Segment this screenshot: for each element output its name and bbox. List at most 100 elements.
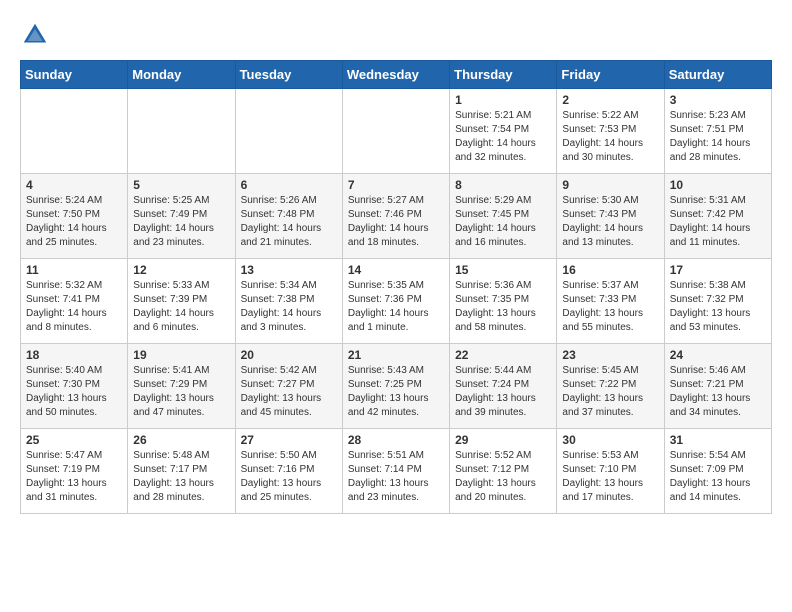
- calendar-cell: 13 Sunrise: 5:34 AM Sunset: 7:38 PM Dayli…: [235, 259, 342, 344]
- calendar-cell: 24 Sunrise: 5:46 AM Sunset: 7:21 PM Dayli…: [664, 344, 771, 429]
- calendar-cell: 2 Sunrise: 5:22 AM Sunset: 7:53 PM Daylig…: [557, 89, 664, 174]
- calendar-cell: [342, 89, 449, 174]
- calendar-week-3: 11 Sunrise: 5:32 AM Sunset: 7:41 PM Dayli…: [21, 259, 772, 344]
- day-info: Sunrise: 5:35 AM Sunset: 7:36 PM Dayligh…: [348, 279, 444, 335]
- calendar-cell: 19 Sunrise: 5:41 AM Sunset: 7:29 PM Dayli…: [128, 344, 235, 429]
- day-header-monday: Monday: [128, 61, 235, 89]
- day-number: 16: [562, 263, 658, 277]
- calendar-cell: 8Sunrise: 5:29 AM Sunset: 7:45 PM Daylig…: [450, 174, 557, 259]
- calendar-cell: [21, 89, 128, 174]
- day-number: 21: [348, 348, 444, 362]
- logo: [20, 20, 54, 50]
- day-number: 26: [133, 433, 229, 447]
- day-number: 7: [348, 178, 444, 192]
- day-number: 24: [670, 348, 766, 362]
- day-info: Sunrise: 5:54 AM Sunset: 7:09 PM Dayligh…: [670, 449, 766, 505]
- day-info: Sunrise: 5:41 AM Sunset: 7:29 PM Dayligh…: [133, 364, 229, 420]
- calendar-cell: 28 Sunrise: 5:51 AM Sunset: 7:14 PM Dayli…: [342, 429, 449, 514]
- day-number: 19: [133, 348, 229, 362]
- day-number: 2: [562, 93, 658, 107]
- day-header-tuesday: Tuesday: [235, 61, 342, 89]
- day-number: 4: [26, 178, 122, 192]
- day-number: 13: [241, 263, 337, 277]
- calendar-cell: 4 Sunrise: 5:24 AM Sunset: 7:50 PM Daylig…: [21, 174, 128, 259]
- calendar-week-4: 18 Sunrise: 5:40 AM Sunset: 7:30 PM Dayli…: [21, 344, 772, 429]
- day-info: Sunrise: 5:52 AM Sunset: 7:12 PM Dayligh…: [455, 449, 551, 505]
- day-number: 10: [670, 178, 766, 192]
- day-info: Sunrise: 5:45 AM Sunset: 7:22 PM Dayligh…: [562, 364, 658, 420]
- day-number: 29: [455, 433, 551, 447]
- day-number: 15: [455, 263, 551, 277]
- day-info: Sunrise: 5:43 AM Sunset: 7:25 PM Dayligh…: [348, 364, 444, 420]
- day-info: Sunrise: 5:50 AM Sunset: 7:16 PM Dayligh…: [241, 449, 337, 505]
- day-info: Sunrise: 5:40 AM Sunset: 7:30 PM Dayligh…: [26, 364, 122, 420]
- day-number: 11: [26, 263, 122, 277]
- day-info: Sunrise: 5:34 AM Sunset: 7:38 PM Dayligh…: [241, 279, 337, 335]
- day-info: Sunrise: 5:38 AM Sunset: 7:32 PM Dayligh…: [670, 279, 766, 335]
- day-number: 9: [562, 178, 658, 192]
- day-info: Sunrise: 5:27 AM Sunset: 7:46 PM Dayligh…: [348, 194, 444, 250]
- day-number: 22: [455, 348, 551, 362]
- day-number: 30: [562, 433, 658, 447]
- day-number: 31: [670, 433, 766, 447]
- day-info: Sunrise: 5:30 AM Sunset: 7:43 PM Dayligh…: [562, 194, 658, 250]
- day-info: Sunrise: 5:22 AM Sunset: 7:53 PM Dayligh…: [562, 109, 658, 165]
- day-info: Sunrise: 5:36 AM Sunset: 7:35 PM Dayligh…: [455, 279, 551, 335]
- day-header-sunday: Sunday: [21, 61, 128, 89]
- calendar-cell: 23 Sunrise: 5:45 AM Sunset: 7:22 PM Dayli…: [557, 344, 664, 429]
- day-header-thursday: Thursday: [450, 61, 557, 89]
- day-info: Sunrise: 5:46 AM Sunset: 7:21 PM Dayligh…: [670, 364, 766, 420]
- calendar-cell: 29 Sunrise: 5:52 AM Sunset: 7:12 PM Dayli…: [450, 429, 557, 514]
- day-number: 3: [670, 93, 766, 107]
- day-header-wednesday: Wednesday: [342, 61, 449, 89]
- calendar-cell: 12 Sunrise: 5:33 AM Sunset: 7:39 PM Dayli…: [128, 259, 235, 344]
- calendar-cell: 30 Sunrise: 5:53 AM Sunset: 7:10 PM Dayli…: [557, 429, 664, 514]
- day-number: 20: [241, 348, 337, 362]
- calendar-cell: 26 Sunrise: 5:48 AM Sunset: 7:17 PM Dayli…: [128, 429, 235, 514]
- day-number: 17: [670, 263, 766, 277]
- day-number: 12: [133, 263, 229, 277]
- calendar-cell: 22 Sunrise: 5:44 AM Sunset: 7:24 PM Dayli…: [450, 344, 557, 429]
- day-info: Sunrise: 5:48 AM Sunset: 7:17 PM Dayligh…: [133, 449, 229, 505]
- day-info: Sunrise: 5:32 AM Sunset: 7:41 PM Dayligh…: [26, 279, 122, 335]
- calendar-cell: 11 Sunrise: 5:32 AM Sunset: 7:41 PM Dayli…: [21, 259, 128, 344]
- day-number: 28: [348, 433, 444, 447]
- day-number: 25: [26, 433, 122, 447]
- day-info: Sunrise: 5:21 AM Sunset: 7:54 PM Dayligh…: [455, 109, 551, 165]
- day-info: Sunrise: 5:24 AM Sunset: 7:50 PM Dayligh…: [26, 194, 122, 250]
- day-header-friday: Friday: [557, 61, 664, 89]
- calendar-week-5: 25Sunrise: 5:47 AM Sunset: 7:19 PM Dayli…: [21, 429, 772, 514]
- calendar-cell: 27 Sunrise: 5:50 AM Sunset: 7:16 PM Dayli…: [235, 429, 342, 514]
- day-number: 1: [455, 93, 551, 107]
- day-header-saturday: Saturday: [664, 61, 771, 89]
- day-info: Sunrise: 5:44 AM Sunset: 7:24 PM Dayligh…: [455, 364, 551, 420]
- calendar-cell: 16 Sunrise: 5:37 AM Sunset: 7:33 PM Dayli…: [557, 259, 664, 344]
- calendar-week-1: 1 Sunrise: 5:21 AM Sunset: 7:54 PM Daylig…: [21, 89, 772, 174]
- calendar-cell: [235, 89, 342, 174]
- day-number: 6: [241, 178, 337, 192]
- calendar-cell: 25Sunrise: 5:47 AM Sunset: 7:19 PM Dayli…: [21, 429, 128, 514]
- calendar-cell: 20Sunrise: 5:42 AM Sunset: 7:27 PM Dayli…: [235, 344, 342, 429]
- calendar-cell: 7 Sunrise: 5:27 AM Sunset: 7:46 PM Daylig…: [342, 174, 449, 259]
- calendar-cell: 1 Sunrise: 5:21 AM Sunset: 7:54 PM Daylig…: [450, 89, 557, 174]
- calendar-cell: 9 Sunrise: 5:30 AM Sunset: 7:43 PM Daylig…: [557, 174, 664, 259]
- calendar-cell: 15 Sunrise: 5:36 AM Sunset: 7:35 PM Dayli…: [450, 259, 557, 344]
- day-info: Sunrise: 5:26 AM Sunset: 7:48 PM Dayligh…: [241, 194, 337, 250]
- day-info: Sunrise: 5:23 AM Sunset: 7:51 PM Dayligh…: [670, 109, 766, 165]
- calendar-cell: [128, 89, 235, 174]
- day-info: Sunrise: 5:25 AM Sunset: 7:49 PM Dayligh…: [133, 194, 229, 250]
- calendar-week-2: 4 Sunrise: 5:24 AM Sunset: 7:50 PM Daylig…: [21, 174, 772, 259]
- day-info: Sunrise: 5:31 AM Sunset: 7:42 PM Dayligh…: [670, 194, 766, 250]
- day-number: 18: [26, 348, 122, 362]
- day-info: Sunrise: 5:53 AM Sunset: 7:10 PM Dayligh…: [562, 449, 658, 505]
- day-number: 23: [562, 348, 658, 362]
- day-number: 14: [348, 263, 444, 277]
- day-info: Sunrise: 5:37 AM Sunset: 7:33 PM Dayligh…: [562, 279, 658, 335]
- day-info: Sunrise: 5:51 AM Sunset: 7:14 PM Dayligh…: [348, 449, 444, 505]
- day-info: Sunrise: 5:33 AM Sunset: 7:39 PM Dayligh…: [133, 279, 229, 335]
- day-info: Sunrise: 5:29 AM Sunset: 7:45 PM Dayligh…: [455, 194, 551, 250]
- logo-icon: [20, 20, 50, 50]
- day-number: 27: [241, 433, 337, 447]
- calendar-cell: 17 Sunrise: 5:38 AM Sunset: 7:32 PM Dayli…: [664, 259, 771, 344]
- calendar-cell: 31 Sunrise: 5:54 AM Sunset: 7:09 PM Dayli…: [664, 429, 771, 514]
